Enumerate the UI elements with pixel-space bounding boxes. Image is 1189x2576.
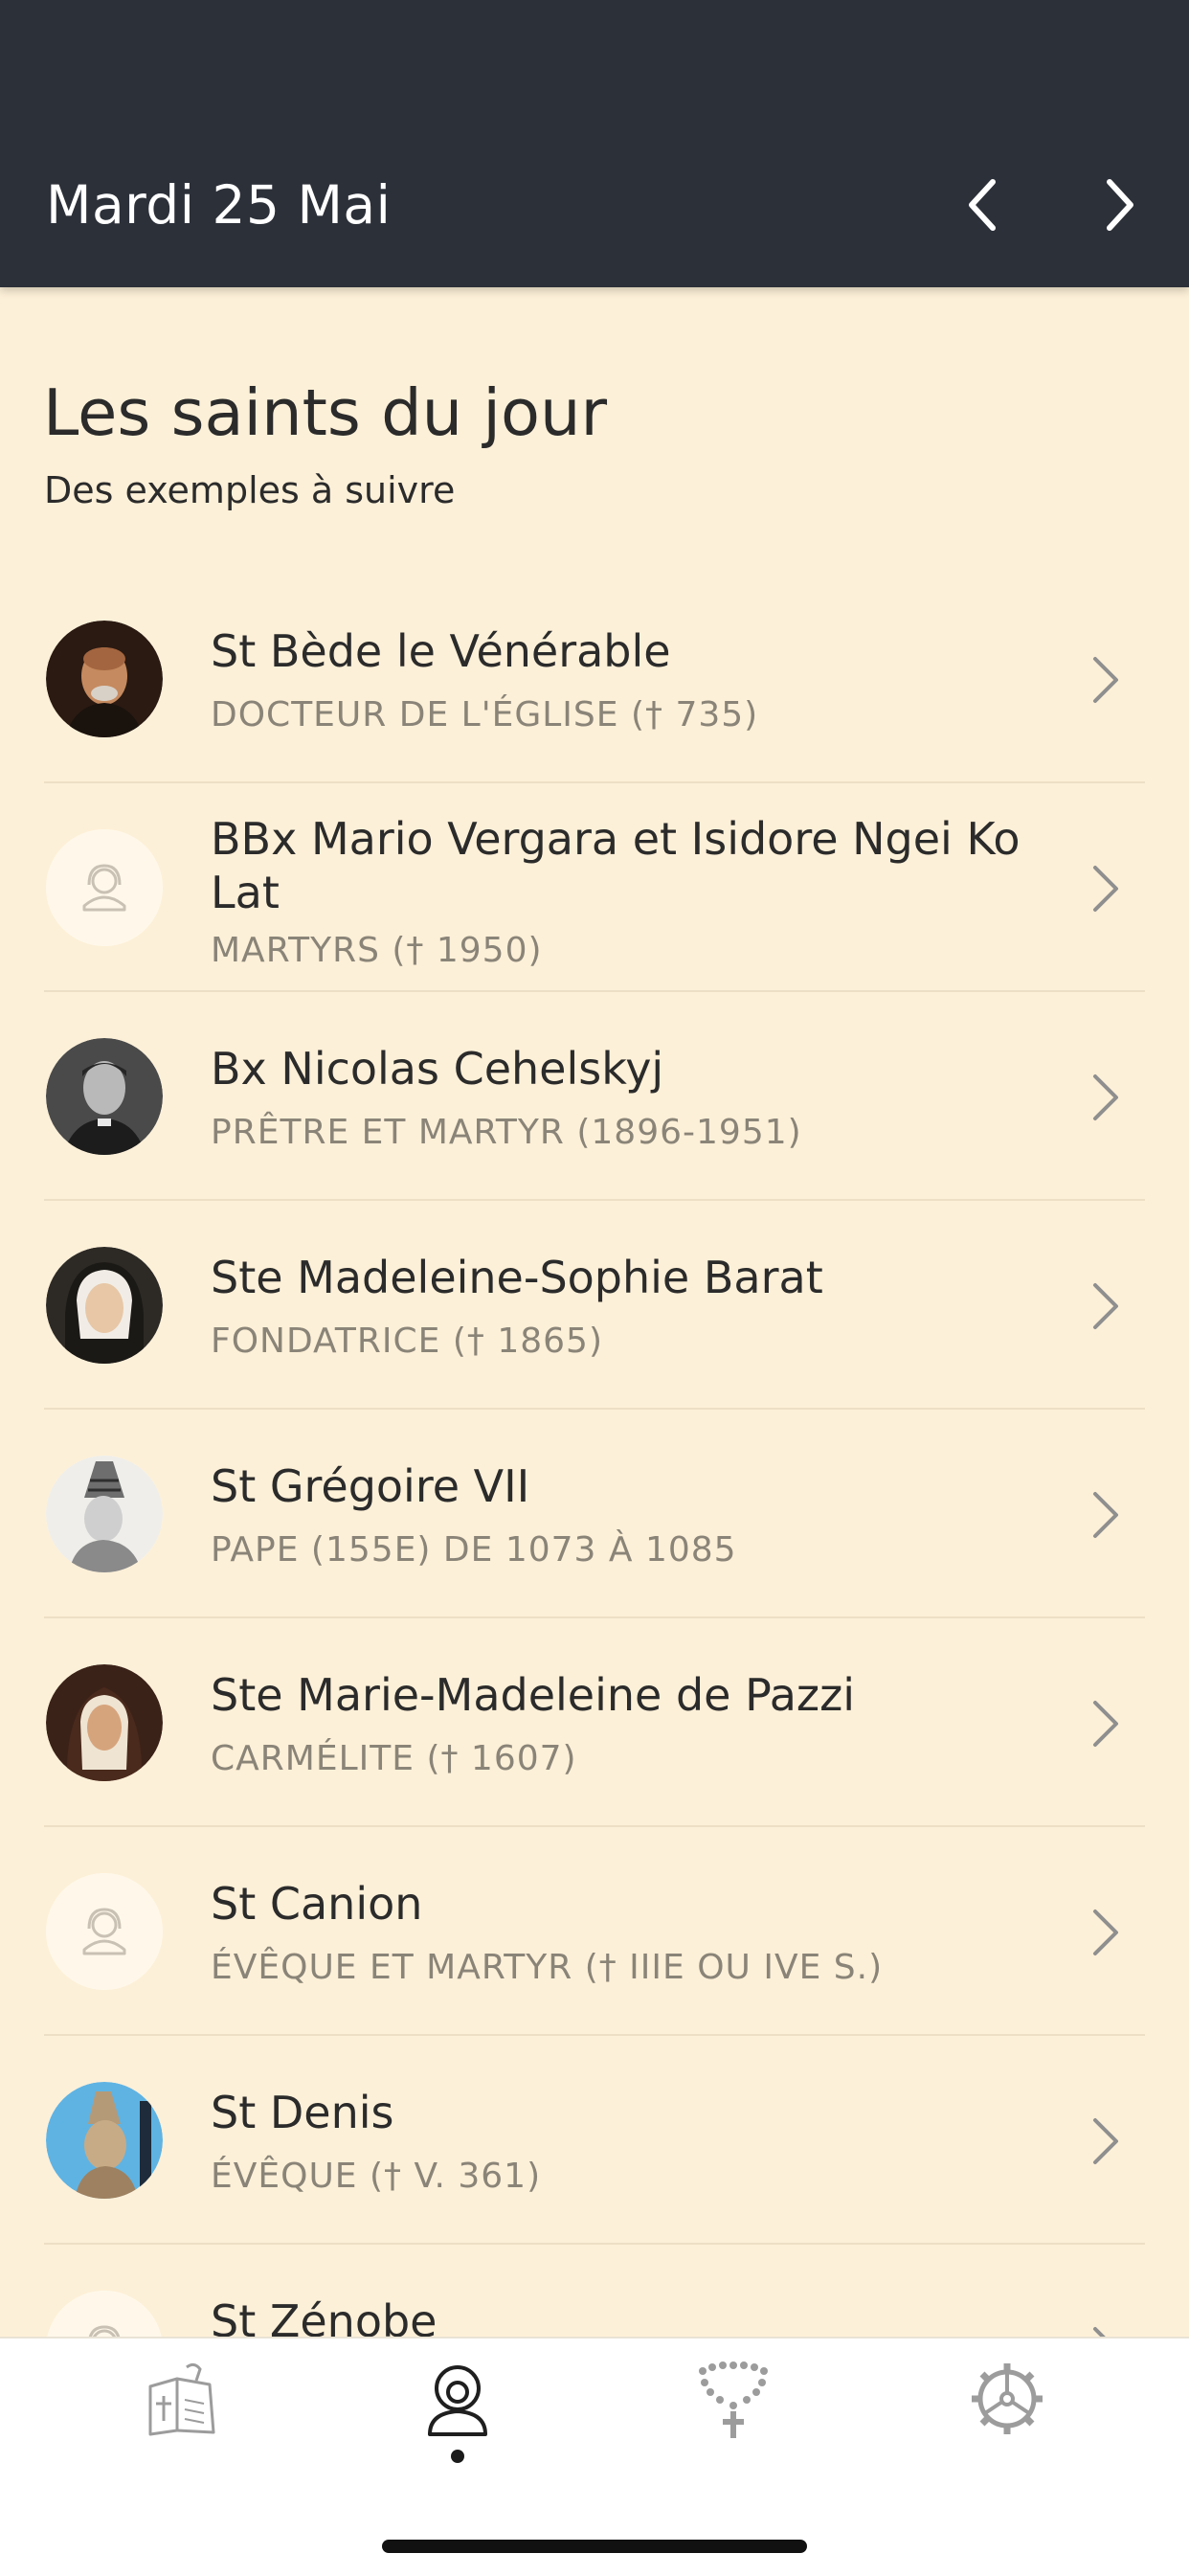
chevron-right-icon — [1107, 179, 1133, 231]
saint-row[interactable]: St Canion ÉVÊQUE ET MARTYR († IIIE OU IV… — [0, 1827, 1189, 2036]
person-icon — [428, 2365, 487, 2436]
chevron-right-icon — [1082, 1277, 1130, 1335]
previous-day-button[interactable] — [948, 170, 1017, 239]
section-title: Les saints du jour — [43, 375, 607, 450]
chevron-right-icon — [1082, 2321, 1130, 2337]
chevron-right-icon — [1082, 1695, 1130, 1752]
saint-description: DOCTEUR DE L'ÉGLISE († 735) — [211, 695, 759, 734]
saint-row[interactable]: Ste Marie-Madeleine de Pazzi CARMÉLITE (… — [0, 1618, 1189, 1827]
saint-description: PRÊTRE ET MARTYR (1896-1951) — [211, 1113, 802, 1152]
book-cross-icon — [148, 2362, 215, 2436]
chevron-left-icon — [969, 179, 996, 231]
saint-name: St Grégoire VII — [211, 1460, 530, 1512]
saint-name: St Canion — [211, 1878, 423, 1930]
saint-row[interactable]: St Zénobe — [0, 2245, 1189, 2337]
chevron-right-icon — [1082, 1486, 1130, 1544]
saint-row[interactable]: St Denis ÉVÊQUE († V. 361) — [0, 2036, 1189, 2245]
saint-row[interactable]: Bx Nicolas Cehelskyj PRÊTRE ET MARTYR (1… — [0, 992, 1189, 1201]
section-subtitle: Des exemples à suivre — [44, 469, 456, 511]
tab-rosary[interactable] — [656, 2358, 809, 2492]
chevron-right-icon — [1082, 1904, 1130, 1961]
saint-name: St Denis — [211, 2087, 394, 2138]
saint-description: PAPE (155E) DE 1073 À 1085 — [211, 1530, 737, 1570]
saint-name: St Zénobe — [211, 2295, 437, 2337]
placeholder-person-icon — [46, 2291, 163, 2337]
saint-description: MARTYRS († 1950) — [211, 931, 543, 970]
saint-row[interactable]: Ste Madeleine-Sophie Barat FONDATRICE (†… — [0, 1201, 1189, 1410]
saint-avatar — [46, 1038, 163, 1155]
saint-description: FONDATRICE († 1865) — [211, 1322, 603, 1361]
chevron-right-icon — [1082, 2113, 1130, 2170]
rosary-icon — [699, 2361, 768, 2438]
chevron-right-icon — [1082, 651, 1130, 709]
saint-avatar — [46, 1664, 163, 1781]
saint-name: BBx Mario Vergara et Isidore Ngei Ko Lat — [211, 813, 1021, 918]
saint-name: Ste Marie-Madeleine de Pazzi — [211, 1669, 855, 1721]
saints-list: St Bède le Vénérable DOCTEUR DE L'ÉGLISE… — [0, 575, 1189, 2337]
saint-description: CARMÉLITE († 1607) — [211, 1739, 577, 1778]
tab-bar — [0, 2337, 1189, 2576]
saint-description: ÉVÊQUE ET MARTYR († IIIE OU IVE S.) — [211, 1948, 884, 1987]
saints-content[interactable]: Les saints du jour Des exemples à suivre… — [0, 287, 1189, 2337]
saint-row[interactable]: St Grégoire VII PAPE (155E) DE 1073 À 10… — [0, 1410, 1189, 1618]
saint-row[interactable]: St Bède le Vénérable DOCTEUR DE L'ÉGLISE… — [0, 575, 1189, 783]
placeholder-person-icon — [46, 1873, 163, 1990]
chevron-right-icon — [1082, 860, 1130, 917]
saint-description: ÉVÊQUE († V. 361) — [211, 2157, 542, 2196]
gear-icon — [972, 2363, 1043, 2434]
next-day-button[interactable] — [1086, 170, 1155, 239]
saint-name: St Bède le Vénérable — [211, 625, 671, 677]
saint-avatar — [46, 621, 163, 737]
chevron-right-icon — [1082, 1069, 1130, 1126]
tab-readings[interactable] — [105, 2358, 258, 2492]
saint-avatar — [46, 2082, 163, 2199]
saint-name: Ste Madeleine-Sophie Barat — [211, 1252, 823, 1303]
tab-saints[interactable] — [381, 2358, 534, 2492]
saint-name: Bx Nicolas Cehelskyj — [211, 1043, 664, 1095]
home-indicator — [382, 2540, 807, 2553]
app-header: Mardi 25 Mai — [0, 0, 1189, 287]
placeholder-person-icon — [46, 829, 163, 946]
active-tab-indicator — [451, 2450, 464, 2463]
date-title: Mardi 25 Mai — [46, 174, 392, 236]
saint-row[interactable]: BBx Mario Vergara et Isidore Ngei Ko Lat… — [0, 783, 1189, 992]
tab-settings[interactable] — [931, 2358, 1084, 2492]
saint-avatar — [46, 1456, 163, 1572]
saint-avatar — [46, 1247, 163, 1364]
